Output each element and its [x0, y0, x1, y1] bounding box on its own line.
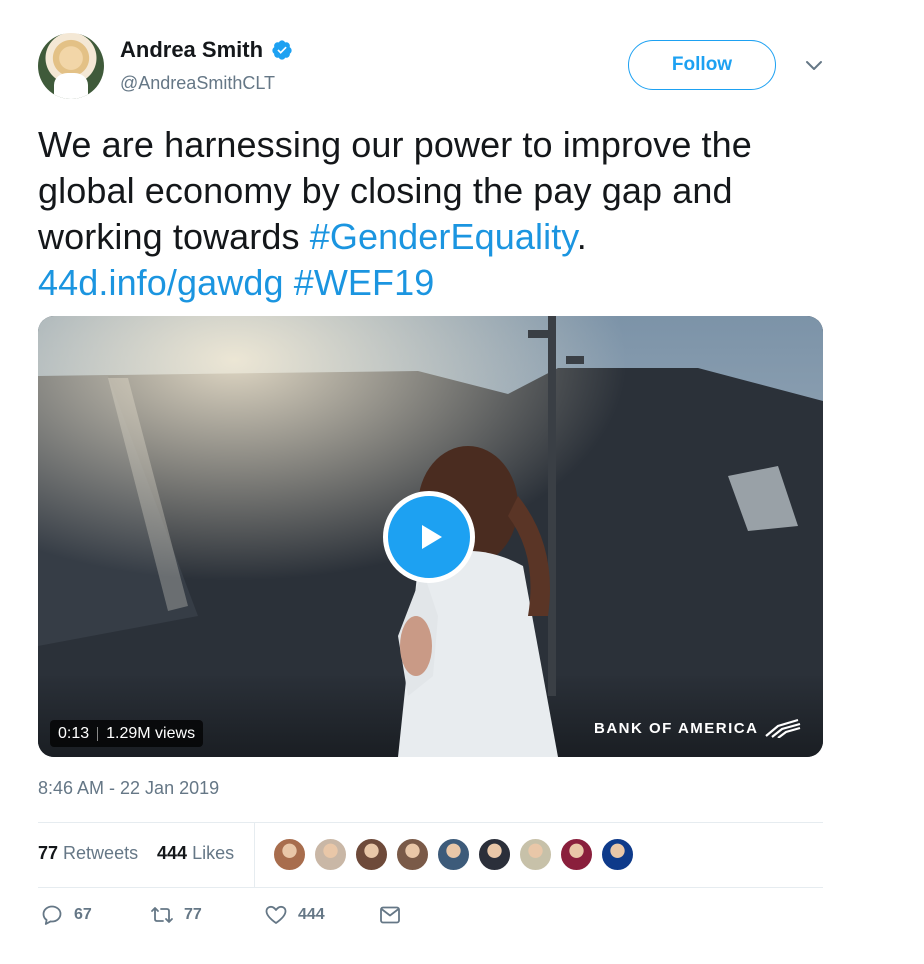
follow-button[interactable]: Follow: [628, 40, 776, 90]
liker-avatar[interactable]: [559, 837, 594, 872]
hashtag-link[interactable]: #GenderEquality: [310, 216, 577, 257]
divider: [38, 887, 823, 888]
tweet-stats: 77 Retweets 444 Likes: [38, 823, 823, 887]
liker-avatar[interactable]: [395, 837, 430, 872]
reply-button[interactable]: 67: [40, 903, 92, 927]
liker-avatar[interactable]: [436, 837, 471, 872]
heart-icon: [265, 905, 287, 924]
play-icon: [422, 525, 442, 549]
liker-avatar[interactable]: [600, 837, 635, 872]
brand-watermark: BANK OF AMERICA: [594, 718, 802, 738]
liker-avatar[interactable]: [313, 837, 348, 872]
video-duration: 0:13: [58, 724, 90, 742]
video-player[interactable]: 0:13 1.29M views BANK OF AMERICA: [38, 316, 823, 757]
direct-message-button[interactable]: [378, 903, 402, 927]
play-button[interactable]: [383, 491, 475, 583]
retweet-button[interactable]: 77: [150, 903, 202, 927]
reply-count: 67: [74, 906, 92, 923]
author-display-name[interactable]: Andrea Smith: [120, 37, 263, 63]
stats-divider: [254, 823, 255, 887]
retweets-stat[interactable]: 77 Retweets: [38, 843, 138, 864]
likes-label: Likes: [192, 843, 235, 863]
tweet-header: Andrea Smith @AndreaSmithCLT Follow: [38, 33, 838, 103]
meta-divider: [97, 726, 99, 741]
reply-icon: [42, 905, 62, 925]
author-handle[interactable]: @AndreaSmithCLT: [120, 73, 275, 94]
url-link[interactable]: 44d.info/gawdg: [38, 262, 284, 303]
likes-stat[interactable]: 444 Likes: [157, 843, 234, 864]
hashtag-link[interactable]: #WEF19: [294, 262, 435, 303]
liker-avatars: [272, 837, 635, 872]
video-views: 1.29M views: [106, 724, 196, 742]
liker-avatar[interactable]: [518, 837, 553, 872]
liker-avatar[interactable]: [354, 837, 389, 872]
tweet-actions: 67 77 444: [38, 903, 823, 939]
envelope-icon: [380, 906, 400, 924]
tweet-timestamp[interactable]: 8:46 AM - 22 Jan 2019: [38, 778, 219, 799]
author-name-row: Andrea Smith: [120, 37, 293, 63]
bank-flag-logo-icon: [765, 718, 801, 738]
like-count: 444: [298, 906, 325, 923]
likes-count: 444: [157, 843, 188, 863]
retweet-count: 77: [184, 906, 202, 923]
liker-avatar[interactable]: [272, 837, 307, 872]
video-meta: 0:13 1.29M views: [50, 720, 204, 747]
chevron-down-icon[interactable]: [804, 55, 824, 75]
tweet-period: .: [576, 216, 587, 257]
retweets-label: Retweets: [63, 843, 139, 863]
verified-badge-icon: [272, 40, 292, 60]
retweet-icon: [151, 907, 173, 923]
liker-avatar[interactable]: [477, 837, 512, 872]
like-button[interactable]: 444: [264, 903, 325, 927]
author-avatar[interactable]: [38, 33, 104, 99]
tweet-text: We are harnessing our power to improve t…: [38, 122, 828, 306]
retweets-count: 77: [38, 843, 59, 863]
brand-name: BANK OF AMERICA: [594, 719, 759, 737]
